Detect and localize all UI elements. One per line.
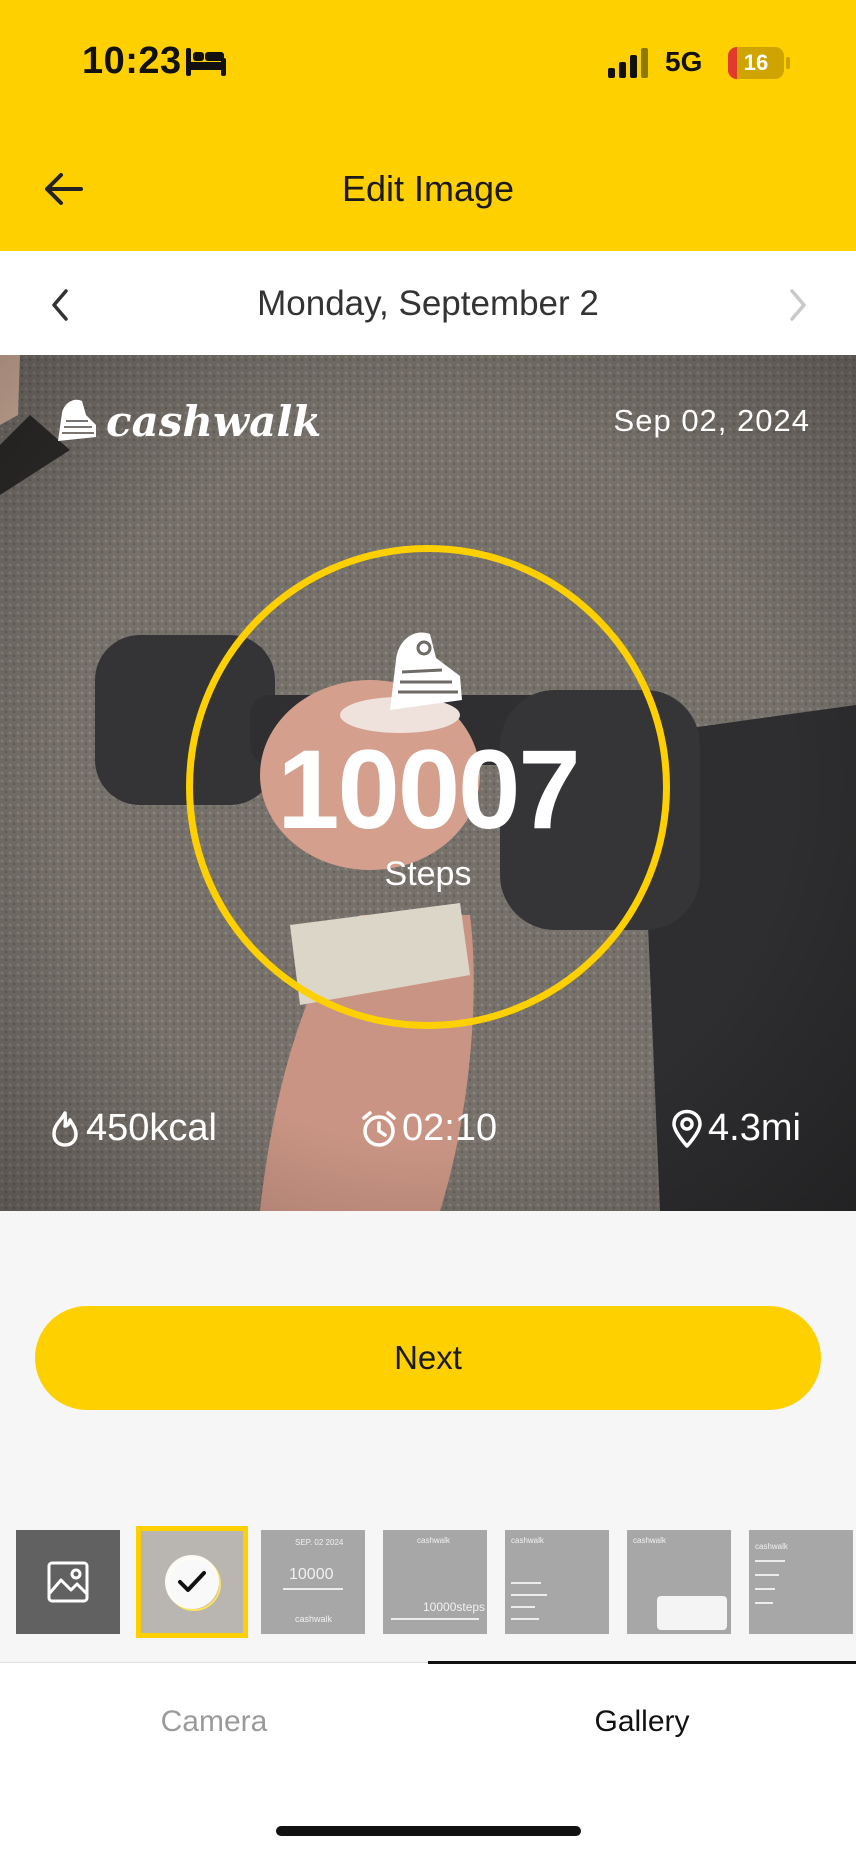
- thumb-divider: [391, 1618, 479, 1620]
- distance-value: 4.3mi: [708, 1107, 801, 1149]
- next-date-button[interactable]: [778, 283, 818, 327]
- photo-date: Sep 02, 2024: [613, 403, 810, 438]
- thumb-brand: cashwalk: [633, 1536, 666, 1545]
- thumb-line: [511, 1618, 539, 1620]
- battery-percent: 16: [743, 50, 769, 75]
- active-tab-indicator: [428, 1661, 856, 1664]
- alarm-clock-icon: [362, 1110, 396, 1147]
- thumb-steps: 10000steps: [423, 1600, 486, 1614]
- image-icon: [47, 1561, 89, 1603]
- thumb-line: [511, 1582, 541, 1584]
- steps-count: 10007: [277, 727, 580, 852]
- calories-value: 450kcal: [86, 1107, 217, 1149]
- duration-stat: 02:10: [360, 1107, 497, 1150]
- bed-icon: [186, 48, 226, 76]
- thumb-divider: [283, 1588, 343, 1590]
- thumb-steps: 10000: [289, 1566, 334, 1583]
- flame-icon: [52, 1110, 78, 1147]
- home-indicator: [276, 1826, 581, 1836]
- template-thumb[interactable]: cashwalk 10000steps: [383, 1530, 487, 1634]
- page-title: Edit Image: [341, 168, 515, 209]
- thumb-line: [511, 1606, 535, 1608]
- thumb-brand: cashwalk: [295, 1614, 333, 1624]
- thumb-line: [755, 1602, 773, 1604]
- template-thumb[interactable]: SEP. 02 2024 10000 cashwalk: [261, 1530, 365, 1634]
- steps-label: Steps: [384, 855, 472, 893]
- shoe-logo-icon: [58, 399, 96, 441]
- template-strip: SEP. 02 2024 10000 cashwalk cashwalk 100…: [16, 1526, 856, 1638]
- template-thumb[interactable]: cashwalk: [627, 1530, 731, 1634]
- calories-stat: 450kcal: [48, 1107, 217, 1150]
- template-thumb[interactable]: cashwalk: [749, 1530, 853, 1634]
- selected-date: Monday, September 2: [257, 284, 599, 323]
- shoe-icon: [390, 632, 462, 710]
- next-button[interactable]: Next: [35, 1306, 821, 1410]
- thumb-brand: cashwalk: [511, 1536, 544, 1545]
- signal-bars-icon: [608, 48, 648, 78]
- thumb-line: [755, 1588, 775, 1590]
- network-type: 5G: [665, 46, 703, 77]
- tab-camera[interactable]: Camera: [0, 1705, 428, 1739]
- thumb-line: [755, 1574, 779, 1576]
- duration-value: 02:10: [402, 1107, 498, 1149]
- thumb-brand: cashwalk: [417, 1536, 450, 1545]
- thumb-card: [657, 1596, 727, 1630]
- selected-check: [165, 1555, 219, 1609]
- chevron-right-icon: [790, 289, 806, 321]
- app-header: 10:23 5G 16 Edit Image: [0, 0, 856, 251]
- template-thumb[interactable]: cashwalk: [505, 1530, 609, 1634]
- tab-gallery[interactable]: Gallery: [428, 1705, 856, 1739]
- thumb-line: [511, 1594, 547, 1596]
- battery-icon: 16: [728, 47, 784, 79]
- template-thumb-selected[interactable]: [136, 1526, 248, 1638]
- battery-nub: [786, 57, 790, 69]
- thumb-date: SEP. 02 2024: [295, 1538, 344, 1547]
- thumb-line: [755, 1560, 785, 1562]
- thumb-brand: cashwalk: [755, 1542, 788, 1551]
- brand-name: cashwalk: [106, 396, 322, 446]
- distance-stat: 4.3mi: [670, 1107, 801, 1150]
- status-time: 10:23: [82, 40, 182, 82]
- photo-preview: cashwalk Sep 02, 2024 10007 Steps 450kca…: [0, 355, 856, 1211]
- open-gallery-button[interactable]: [16, 1530, 120, 1634]
- location-pin-icon: [672, 1109, 702, 1148]
- checkmark-icon: [178, 1571, 206, 1592]
- date-selector: Monday, September 2: [0, 251, 856, 355]
- brand-logo: cashwalk: [52, 395, 321, 447]
